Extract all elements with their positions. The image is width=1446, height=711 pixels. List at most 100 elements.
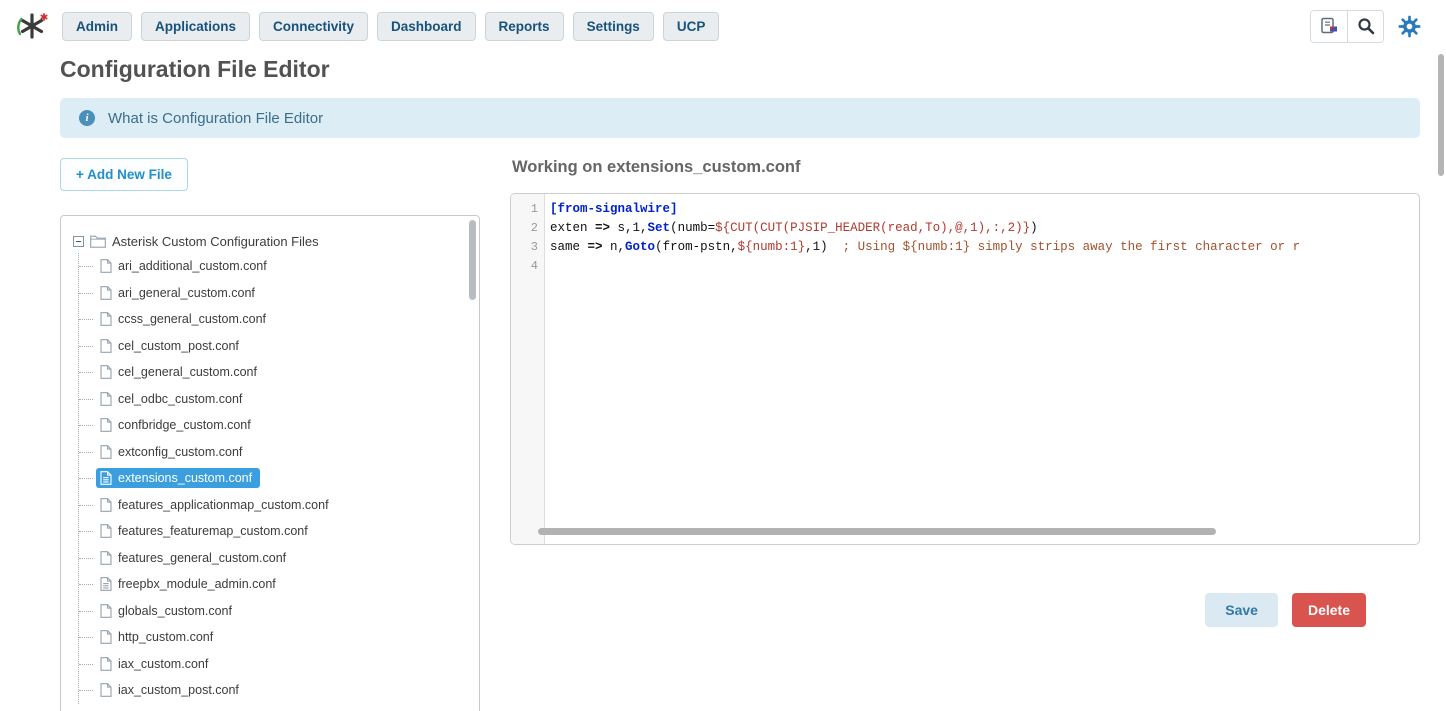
file-name: features_general_custom.conf	[118, 551, 286, 565]
tree-file-item[interactable]: extconfig_custom.conf	[79, 439, 469, 466]
file-name: ari_general_custom.conf	[118, 286, 255, 300]
file-name: cel_odbc_custom.conf	[118, 392, 242, 406]
file-icon	[100, 365, 112, 379]
tree-file-row[interactable]: cel_odbc_custom.conf	[96, 389, 250, 409]
tree-file-item[interactable]: confbridge_custom.conf	[79, 412, 469, 439]
tree-file-item[interactable]: features_applicationmap_custom.conf	[79, 492, 469, 519]
tree-file-item[interactable]: ari_general_custom.conf	[79, 280, 469, 307]
info-icon: i	[79, 110, 95, 126]
file-name: iax_custom.conf	[118, 657, 208, 671]
file-icon	[100, 445, 112, 459]
code-line: exten => s,1,Set(numb=${CUT(CUT(PJSIP_HE…	[550, 219, 1411, 238]
nav-item-ucp[interactable]: UCP	[663, 12, 720, 41]
working-on-heading: Working on extensions_custom.conf	[512, 158, 1420, 177]
code-area[interactable]: [from-signalwire]exten => s,1,Set(numb=$…	[545, 194, 1419, 544]
search-icon[interactable]	[1347, 11, 1383, 42]
tree-file-row[interactable]: cel_general_custom.conf	[96, 362, 265, 382]
tree-file-row[interactable]: cel_custom_post.conf	[96, 336, 247, 356]
collapse-icon[interactable]	[73, 236, 84, 247]
tree-file-item[interactable]: cel_custom_post.conf	[79, 333, 469, 360]
file-name: cel_custom_post.conf	[118, 339, 239, 353]
tree-vertical-scrollbar[interactable]	[469, 220, 476, 300]
file-icon	[100, 418, 112, 432]
content-row: + Add New File Asterisk Custom Configura…	[60, 158, 1420, 711]
line-number-gutter: 1234	[511, 194, 545, 544]
file-lines-icon	[100, 471, 112, 485]
tree-file-item[interactable]: freepbx_module_admin.conf	[79, 571, 469, 598]
file-icon	[100, 657, 112, 671]
tree-file-row[interactable]: ari_general_custom.conf	[96, 283, 263, 303]
tree-file-item[interactable]: http_custom.conf	[79, 624, 469, 651]
file-tree-panel: Asterisk Custom Configuration Files ari_…	[60, 215, 480, 711]
tree-file-row[interactable]: extensions_custom.conf	[96, 468, 260, 488]
tree-file-row[interactable]: features_featuremap_custom.conf	[96, 521, 316, 541]
save-button[interactable]: Save	[1205, 593, 1278, 627]
nav-item-admin[interactable]: Admin	[62, 12, 132, 41]
line-number: 1	[511, 200, 538, 219]
main-nav: Admin Applications Connectivity Dashboard Re…	[62, 12, 719, 41]
tree-file-row[interactable]: iax_custom.conf	[96, 654, 216, 674]
line-number: 4	[511, 257, 538, 276]
tree-file-row[interactable]: features_applicationmap_custom.conf	[96, 495, 337, 515]
tree-file-item[interactable]: cel_odbc_custom.conf	[79, 386, 469, 413]
tree-file-item[interactable]: features_featuremap_custom.conf	[79, 518, 469, 545]
tree-file-row[interactable]: features_general_custom.conf	[96, 548, 294, 568]
file-name: extconfig_custom.conf	[118, 445, 242, 459]
main-content: Configuration File Editor i What is Conf…	[0, 52, 1446, 711]
info-alert-text: What is Configuration File Editor	[108, 110, 323, 127]
page-vertical-scrollbar[interactable]	[1438, 54, 1444, 176]
nav-item-reports[interactable]: Reports	[485, 12, 564, 41]
file-lines-icon	[100, 577, 112, 591]
language-icon[interactable]	[1311, 11, 1347, 42]
file-icon	[100, 630, 112, 644]
delete-button[interactable]: Delete	[1292, 593, 1366, 627]
tree-file-row[interactable]: confbridge_custom.conf	[96, 415, 259, 435]
nav-item-connectivity[interactable]: Connectivity	[259, 12, 368, 41]
file-icon	[100, 524, 112, 538]
file-name: iax_custom_post.conf	[118, 683, 239, 697]
gear-icon[interactable]	[1392, 11, 1426, 42]
tree-file-item[interactable]: extensions_custom.conf	[79, 465, 469, 492]
file-name: ccss_general_custom.conf	[118, 312, 266, 326]
tree-file-row[interactable]: extconfig_custom.conf	[96, 442, 250, 462]
editor-horizontal-scrollbar[interactable]	[538, 528, 1216, 535]
tree-file-row[interactable]: freepbx_module_admin.conf	[96, 574, 284, 594]
tree-root-folder[interactable]: Asterisk Custom Configuration Files	[73, 229, 469, 253]
nav-item-dashboard[interactable]: Dashboard	[377, 12, 476, 41]
language-icon-graphic	[1319, 16, 1339, 36]
code-editor[interactable]: 1234 [from-signalwire]exten => s,1,Set(n…	[510, 193, 1420, 545]
file-icon	[100, 551, 112, 565]
tree-file-item[interactable]: iax_custom.conf	[79, 651, 469, 678]
topbar-right-icons	[1310, 10, 1426, 43]
editor-actions: Save Delete	[510, 593, 1420, 627]
search-icon-graphic	[1357, 17, 1375, 35]
tree-file-item[interactable]: globals_custom.conf	[79, 598, 469, 625]
tree-file-row[interactable]: ccss_general_custom.conf	[96, 309, 274, 329]
add-new-file-button[interactable]: + Add New File	[60, 158, 188, 191]
tree-file-row[interactable]: ari_additional_custom.conf	[96, 256, 275, 276]
file-name: globals_custom.conf	[118, 604, 232, 618]
tree-file-item[interactable]: cel_general_custom.conf	[79, 359, 469, 386]
page-title: Configuration File Editor	[60, 56, 1420, 83]
tree-file-item[interactable]: iax_custom_post.conf	[79, 677, 469, 704]
tree-file-row[interactable]: iax_custom_post.conf	[96, 680, 247, 700]
folder-icon	[90, 235, 106, 248]
tree-file-item[interactable]: features_general_custom.conf	[79, 545, 469, 572]
info-alert[interactable]: i What is Configuration File Editor	[60, 98, 1420, 138]
freepbx-logo[interactable]	[16, 12, 48, 40]
line-number: 3	[511, 238, 538, 257]
nav-item-applications[interactable]: Applications	[141, 12, 250, 41]
tree-root-label: Asterisk Custom Configuration Files	[112, 234, 319, 249]
top-navigation-bar: Admin Applications Connectivity Dashboard Re…	[0, 0, 1446, 52]
nav-item-settings[interactable]: Settings	[573, 12, 654, 41]
file-icon	[100, 286, 112, 300]
freepbx-logo-graphic	[16, 12, 48, 40]
tree-file-row[interactable]: http_custom.conf	[96, 627, 221, 647]
file-icon	[100, 312, 112, 326]
file-name: features_featuremap_custom.conf	[118, 524, 308, 538]
tree-file-item[interactable]: ccss_general_custom.conf	[79, 306, 469, 333]
file-icon	[100, 604, 112, 618]
tree-file-row[interactable]: globals_custom.conf	[96, 601, 240, 621]
file-tree-children: ari_additional_custom.conf ari_general_cu…	[78, 253, 469, 704]
tree-file-item[interactable]: ari_additional_custom.conf	[79, 253, 469, 280]
